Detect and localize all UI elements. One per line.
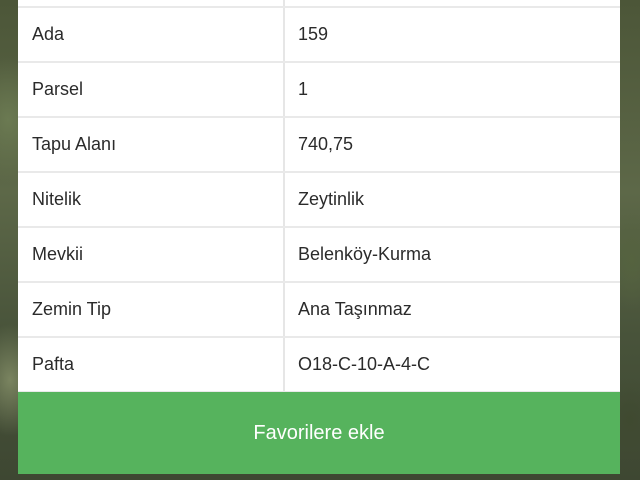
row-label-ada: Ada [32,24,65,44]
row-value-pafta: O18-C-10-A-4-C [285,338,620,391]
row-value-parsel: 1 [285,63,620,116]
add-to-favorites-button[interactable]: Favorilere ekle [18,392,620,474]
row-label-nitelik: Nitelik [32,189,82,209]
info-row-parsel: Parsel 1 [18,63,620,116]
row-label-tapu-alani: Tapu Alanı [32,134,117,154]
row-value-zemin-tip: Ana Taşınmaz [285,283,620,336]
row-label-zemin-tip: Zemin Tip [32,299,112,319]
row-label-pafta: Pafta [32,354,75,374]
row-value-ada: 159 [285,8,620,61]
row-label-parsel: Parsel [32,79,84,99]
row-value-nitelik: Zeytinlik [285,173,620,226]
info-row-pafta: Pafta O18-C-10-A-4-C [18,338,620,391]
row-label [18,0,283,6]
row-label-mevkii: Mevkii [32,244,84,264]
info-row-ada: Ada 159 [18,8,620,61]
info-row-tapu-alani: Tapu Alanı 740,75 [18,118,620,171]
parcel-info-panel: Ada 159 Parsel 1 Tapu Alanı 740,75 Nitel… [18,0,620,474]
info-row-nitelik: Nitelik Zeytinlik [18,173,620,226]
row-value-tapu-alani: 740,75 [285,118,620,171]
row-value-mevkii: Belenköy-Kurma [285,228,620,281]
row-value [285,0,620,6]
info-row-zemin-tip: Zemin Tip Ana Taşınmaz [18,283,620,336]
info-row-mevkii: Mevkii Belenköy-Kurma [18,228,620,281]
info-row-partial [18,0,620,6]
